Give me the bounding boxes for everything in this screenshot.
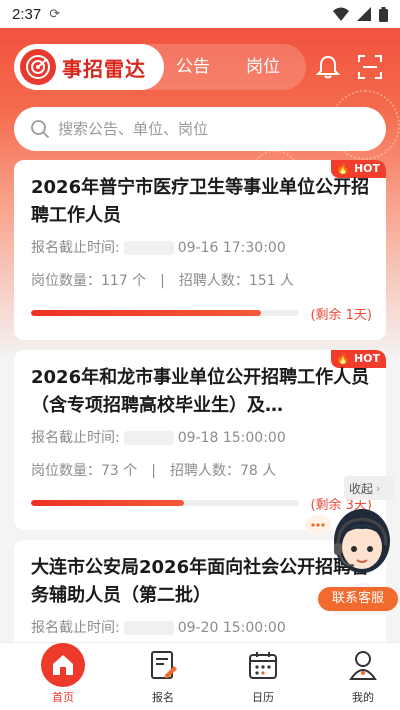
wifi-icon <box>333 7 349 21</box>
stats-row: 岗位数量：73 个 | 招聘人数：78 人 <box>31 463 277 479</box>
search-icon <box>31 120 50 139</box>
tab-signup[interactable]: 报名 <box>123 643 203 710</box>
search-bar[interactable] <box>14 107 386 151</box>
sync-icon: ⟳ <box>49 6 61 22</box>
deadline-row: 报名截止时间: 09-20 15:00:00 <box>31 620 286 636</box>
chevron-right-icon: › <box>376 481 381 495</box>
collapse-button[interactable]: 收起 › <box>344 476 394 500</box>
announcement-card[interactable]: 🔥 HOT 2026年和龙市事业单位公开招聘工作人员（含专项招聘高校毕业生）及…… <box>14 350 386 530</box>
profile-icon <box>347 649 379 681</box>
home-icon <box>41 643 85 687</box>
tab-announcements[interactable]: 公告 <box>176 44 210 90</box>
calendar-icon <box>247 649 279 681</box>
deadline-row: 报名截止时间: 09-18 15:00:00 <box>31 430 286 446</box>
tab-label: 首页 <box>52 691 74 704</box>
app-name: 事招雷达 <box>62 56 146 81</box>
battery-icon <box>379 6 388 22</box>
announcement-card[interactable]: 🔥 HOT 2026年普宁市医疗卫生等事业单位公开招聘工作人员 报名截止时间: 0… <box>14 160 386 340</box>
tab-home[interactable]: 首页 <box>23 643 103 710</box>
tab-mine[interactable]: 我的 <box>323 643 400 710</box>
tab-label: 我的 <box>352 691 374 704</box>
search-input[interactable] <box>58 120 358 138</box>
scan-icon[interactable] <box>355 52 385 82</box>
status-time: 2:37 <box>12 5 42 23</box>
contact-service-button[interactable]: 联系客服 <box>318 587 398 611</box>
radar-logo-icon <box>20 49 56 85</box>
stats-row: 岗位数量：117 个 | 招聘人数：151 人 <box>31 273 295 289</box>
card-title: 2026年和龙市事业单位公开招聘工作人员（含专项招聘高校毕业生）及… <box>31 367 370 416</box>
remaining-progress-bar <box>31 310 299 316</box>
tab-label: 日历 <box>252 691 274 704</box>
tab-calendar[interactable]: 日历 <box>223 643 303 710</box>
signup-icon <box>147 649 179 681</box>
bottom-tab-bar: 首页 报名 日历 我的 <box>0 642 400 710</box>
remaining-progress-bar <box>31 500 299 506</box>
top-navigation: 事招雷达 公告 岗位 <box>14 44 306 90</box>
card-title: 2026年普宁市医疗卫生等事业单位公开招聘工作人员 <box>31 177 370 226</box>
signal-icon <box>357 7 371 21</box>
tab-label: 报名 <box>152 691 174 704</box>
deadline-row: 报名截止时间: 09-16 17:30:00 <box>31 240 286 256</box>
brand-tab[interactable]: 事招雷达 <box>14 44 164 90</box>
remaining-days: (剩余 1天) <box>310 308 372 323</box>
status-bar: 2:37 ⟳ <box>0 0 400 28</box>
tab-positions[interactable]: 岗位 <box>246 44 280 90</box>
notification-bell-icon[interactable] <box>313 52 343 82</box>
